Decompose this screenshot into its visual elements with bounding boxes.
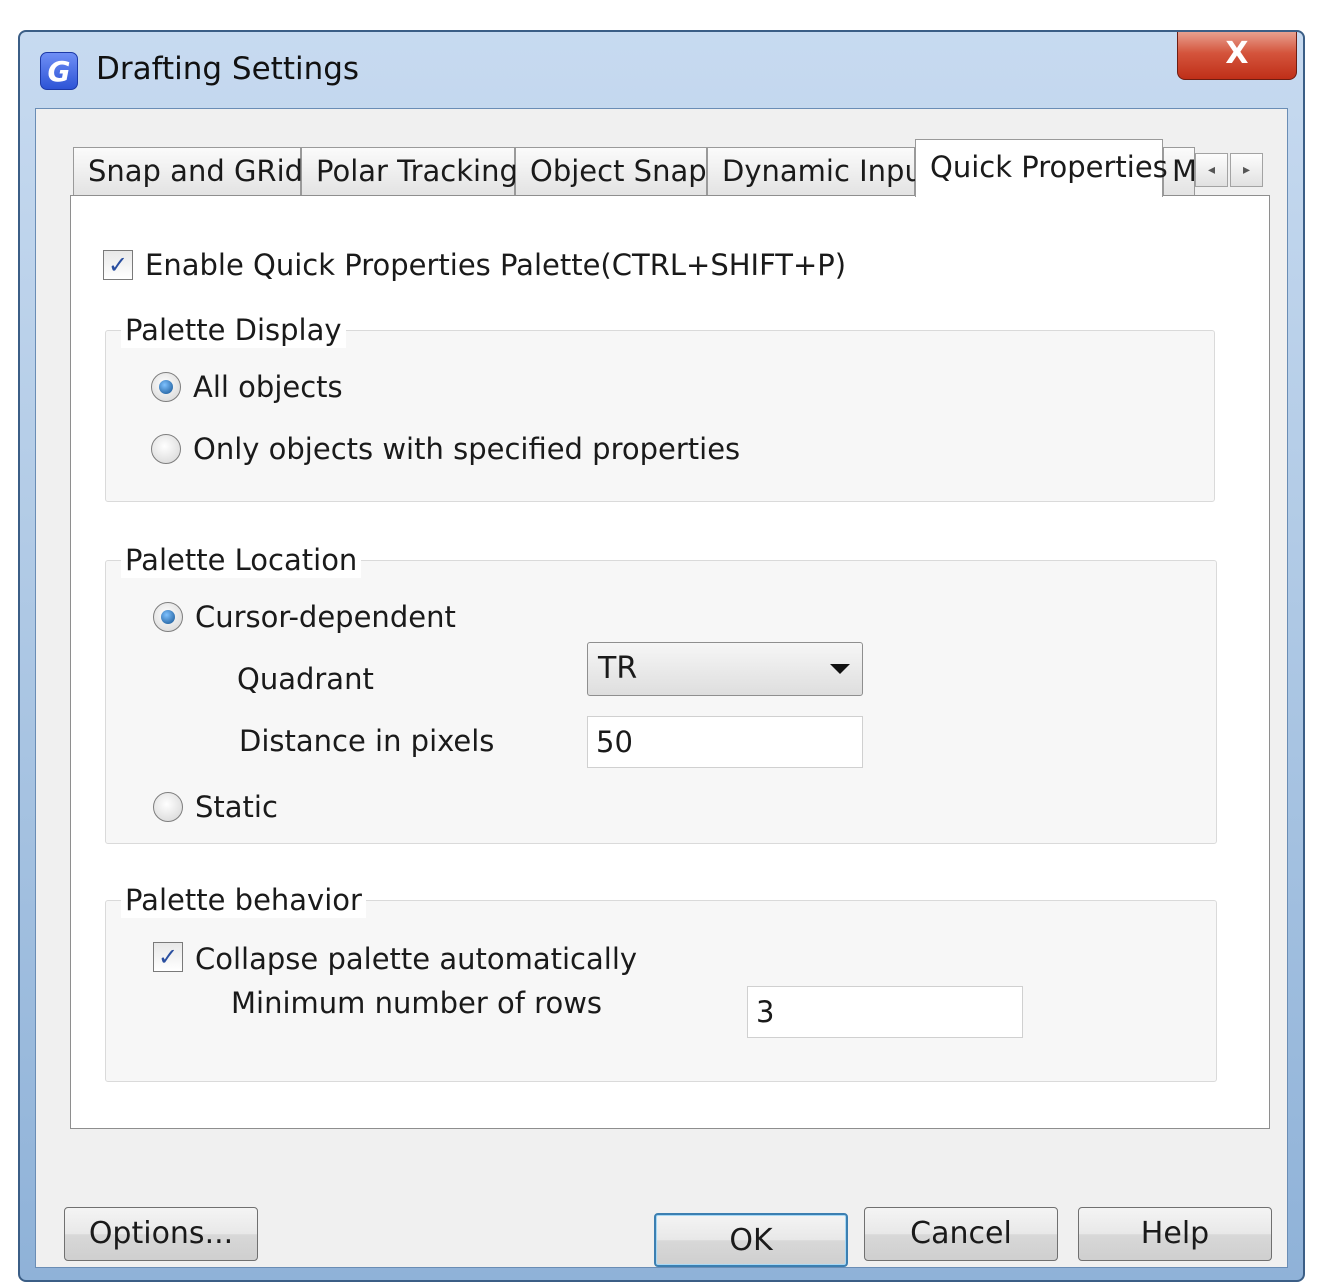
window-title: Drafting Settings bbox=[96, 51, 360, 87]
ok-button[interactable]: OK bbox=[654, 1213, 848, 1267]
enable-palette-checkbox[interactable]: ✓ bbox=[103, 250, 133, 280]
static-label: Static bbox=[195, 790, 278, 824]
quadrant-dropdown[interactable]: TR bbox=[587, 642, 863, 696]
min-rows-input[interactable]: 3 bbox=[747, 986, 1023, 1038]
palette-location-title: Palette Location bbox=[121, 542, 362, 578]
tab-dynamic-input[interactable]: Dynamic Input bbox=[707, 147, 934, 195]
tab-polar-tracking[interactable]: Polar Tracking bbox=[301, 147, 518, 195]
dropdown-arrow-icon bbox=[830, 664, 850, 674]
palette-behavior-title: Palette behavior bbox=[121, 882, 366, 918]
tab-partially-hidden[interactable]: M bbox=[1163, 147, 1195, 195]
distance-label: Distance in pixels bbox=[239, 724, 495, 758]
min-rows-label: Minimum number of rows bbox=[231, 986, 603, 1020]
options-button[interactable]: Options... bbox=[64, 1207, 258, 1261]
tab-scroll-left-icon[interactable]: ◂ bbox=[1195, 153, 1228, 187]
close-button[interactable]: X bbox=[1177, 32, 1297, 80]
tab-scroll-right-icon[interactable]: ▸ bbox=[1230, 153, 1263, 187]
palette-display-title: Palette Display bbox=[121, 312, 346, 348]
distance-input[interactable]: 50 bbox=[587, 716, 863, 768]
cursor-dependent-label: Cursor-dependent bbox=[195, 600, 456, 634]
radio-static[interactable] bbox=[153, 792, 183, 822]
all-objects-label: All objects bbox=[193, 370, 343, 404]
quadrant-label: Quadrant bbox=[237, 662, 374, 696]
only-specified-label: Only objects with specified properties bbox=[193, 432, 741, 466]
tab-snap-and-grid[interactable]: Snap and GRid bbox=[73, 147, 303, 195]
collapse-palette-label: Collapse palette automatically bbox=[195, 942, 638, 976]
dialog-client-area: Snap and GRid Polar Tracking Object Snap… bbox=[35, 108, 1288, 1268]
tab-object-snap[interactable]: Object Snap bbox=[515, 147, 707, 195]
drafting-settings-window: G Drafting Settings X Snap and GRid Pola… bbox=[18, 30, 1305, 1282]
radio-all-objects[interactable] bbox=[151, 372, 181, 402]
radio-cursor-dependent[interactable] bbox=[153, 602, 183, 632]
enable-palette-label: Enable Quick Properties Palette(CTRL+SHI… bbox=[145, 248, 847, 282]
palette-display-group bbox=[105, 330, 1215, 502]
quick-properties-panel: ✓ Enable Quick Properties Palette(CTRL+S… bbox=[70, 195, 1270, 1129]
tab-quick-properties[interactable]: Quick Properties bbox=[915, 139, 1168, 197]
quadrant-value: TR bbox=[598, 651, 638, 686]
tab-strip: Snap and GRid Polar Tracking Object Snap… bbox=[73, 139, 1273, 197]
cancel-button[interactable]: Cancel bbox=[864, 1207, 1058, 1261]
title-bar[interactable]: G Drafting Settings X bbox=[20, 32, 1303, 110]
radio-only-specified[interactable] bbox=[151, 434, 181, 464]
collapse-palette-checkbox[interactable]: ✓ bbox=[153, 942, 183, 972]
help-button[interactable]: Help bbox=[1078, 1207, 1272, 1261]
app-logo-icon: G bbox=[40, 52, 78, 90]
